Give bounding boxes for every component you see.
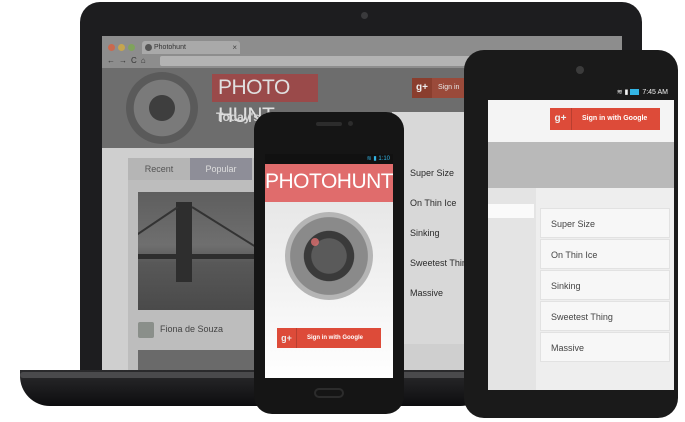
- phone-device: ≋ ▮ 1:10 PHOTOHUNT g+ Sign in with Googl…: [254, 112, 404, 414]
- tablet-device: ≋ ▮ 7:45 AM g+ Sign in with Google Super…: [464, 50, 678, 418]
- favicon-icon: [145, 44, 152, 51]
- camera-lens-icon: [285, 212, 373, 300]
- back-icon[interactable]: ←: [107, 56, 119, 65]
- reload-icon[interactable]: C: [131, 56, 141, 65]
- signin-button[interactable]: g+ Sign in: [412, 78, 472, 98]
- phone-screen: ≋ ▮ 1:10 PHOTOHUNT g+ Sign in with Googl…: [265, 154, 393, 378]
- window-close-dot[interactable]: [108, 44, 115, 51]
- laptop-camera: [361, 12, 368, 19]
- theme-item[interactable]: Massive: [540, 332, 670, 362]
- phone-speaker: [316, 122, 342, 126]
- theme-item[interactable]: Sweetest Thing: [540, 301, 670, 331]
- app-logo: PHOTOHUNT: [265, 170, 393, 193]
- laptop-theme-item[interactable]: Super Size: [410, 168, 454, 178]
- tab-close-icon[interactable]: ×: [232, 41, 237, 54]
- site-logo: PHOTO HUNT: [212, 74, 318, 127]
- theme-banner: [488, 142, 674, 188]
- tablet-camera: [576, 66, 584, 74]
- signin-label: Sign in: [438, 84, 460, 91]
- bridge-photo[interactable]: [138, 192, 268, 310]
- google-plus-icon: g+: [277, 328, 297, 348]
- signin-button[interactable]: g+ Sign in with Google: [277, 328, 381, 348]
- signin-label: Sign in with Google: [582, 115, 648, 122]
- camera-lens-icon: [126, 72, 198, 144]
- laptop-theme-item[interactable]: Sweetest Thing: [410, 258, 472, 268]
- status-bar: ≋ ▮ 1:10: [265, 154, 393, 164]
- google-plus-icon: g+: [412, 78, 432, 98]
- laptop-theme-item[interactable]: Massive: [410, 288, 443, 298]
- signin-label: Sign in with Google: [307, 335, 363, 341]
- phone-camera: [348, 121, 353, 126]
- status-time: 7:45 AM: [642, 89, 668, 96]
- browser-tab[interactable]: Photohunt ×: [142, 41, 240, 54]
- theme-item[interactable]: On Thin Ice: [540, 239, 670, 269]
- nav-controls: ←→C⌂: [107, 56, 150, 65]
- home-icon[interactable]: ⌂: [141, 56, 150, 65]
- avatar[interactable]: [138, 322, 154, 338]
- status-bar: ≋ ▮ 7:45 AM: [488, 86, 674, 100]
- browser-tab-title: Photohunt: [154, 44, 186, 51]
- tablet-content-area: [488, 188, 536, 390]
- google-plus-icon: g+: [550, 108, 572, 130]
- bridge-tower: [176, 202, 192, 282]
- signin-button[interactable]: g+ Sign in with Google: [550, 108, 660, 130]
- theme-item[interactable]: Sinking: [540, 270, 670, 300]
- battery-icon: [630, 89, 640, 96]
- bridge-cable: [138, 206, 179, 242]
- bridge-deck: [138, 254, 268, 259]
- status-time: 1:10: [378, 156, 390, 162]
- laptop-theme-item[interactable]: Sinking: [410, 228, 440, 238]
- bridge-cable: [191, 206, 261, 251]
- wifi-icon: ≋: [616, 89, 625, 96]
- tablet-input[interactable]: [488, 204, 534, 218]
- lens-glint: [311, 238, 319, 246]
- laptop-theme-item[interactable]: On Thin Ice: [410, 198, 456, 208]
- theme-item[interactable]: Super Size: [540, 208, 670, 238]
- forward-icon[interactable]: →: [119, 56, 131, 65]
- tablet-screen: ≋ ▮ 7:45 AM g+ Sign in with Google Super…: [488, 86, 674, 390]
- tab-recent[interactable]: Recent: [128, 158, 190, 180]
- tab-popular[interactable]: Popular: [190, 158, 252, 180]
- home-button[interactable]: [314, 388, 344, 398]
- window-minimize-dot[interactable]: [118, 44, 125, 51]
- photo-author[interactable]: Fiona de Souza: [160, 324, 223, 334]
- window-zoom-dot[interactable]: [128, 44, 135, 51]
